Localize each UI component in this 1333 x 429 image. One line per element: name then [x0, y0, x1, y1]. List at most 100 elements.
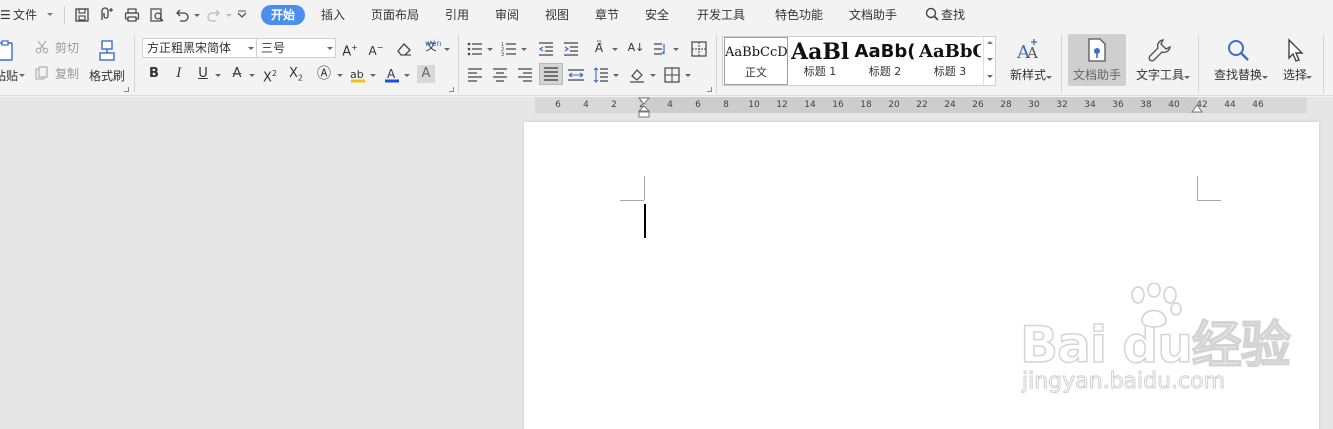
tab-security[interactable]: 安全	[645, 7, 669, 23]
tab-references[interactable]: 引用	[445, 7, 469, 23]
distributed-icon[interactable]	[567, 67, 585, 83]
subscript-icon[interactable]: X2	[287, 65, 305, 83]
search-button[interactable]: 查找	[941, 7, 965, 23]
style-heading-3[interactable]: AaBbC 标题 3	[919, 37, 981, 85]
tab-home[interactable]: 开始	[261, 5, 305, 25]
redo-dropdown-icon[interactable]	[226, 14, 232, 17]
font-name-combo[interactable]: 方正粗黑宋简体	[142, 38, 257, 58]
bullet-list-icon[interactable]	[467, 41, 483, 57]
clipboard-dialog-launcher[interactable]	[124, 87, 129, 92]
highlight-icon[interactable]: ab	[349, 66, 367, 84]
highlight-dropdown-icon[interactable]	[370, 74, 376, 77]
tab-doc-helper[interactable]: 文档助手	[849, 7, 897, 23]
text-effects-icon[interactable]: Ⓐ	[315, 65, 333, 83]
gallery-scroller[interactable]	[983, 37, 996, 85]
strikethrough-icon[interactable]: A	[228, 65, 246, 83]
increase-indent-icon[interactable]	[563, 41, 579, 57]
clear-formatting-icon[interactable]	[396, 41, 412, 57]
undo-icon[interactable]	[174, 7, 190, 23]
text-tools-button[interactable]: 文字工具	[1130, 34, 1190, 86]
borders-icon[interactable]	[663, 66, 681, 84]
sort-icon[interactable]: A↓	[627, 39, 645, 57]
table-borders-icon[interactable]	[690, 40, 708, 58]
cut-icon[interactable]	[35, 40, 49, 54]
numbered-list-icon[interactable]: 123	[501, 41, 517, 57]
justify-button[interactable]	[539, 63, 563, 85]
doc-helper-button[interactable]: 文档助手	[1068, 34, 1126, 86]
phonetic-dropdown-icon[interactable]	[444, 48, 450, 51]
decrease-indent-icon[interactable]	[538, 41, 554, 57]
phonetic-guide-icon[interactable]: wén 文	[422, 38, 442, 56]
select-dropdown-icon[interactable]	[1306, 76, 1312, 79]
tab-view[interactable]: 视图	[545, 7, 569, 23]
italic-button[interactable]: I	[170, 65, 188, 83]
paragraph-dialog-launcher[interactable]	[707, 87, 712, 92]
chinese-layout-dropdown-icon[interactable]	[612, 48, 618, 51]
tab-special-features[interactable]: 特色功能	[775, 7, 823, 23]
tab-chapter[interactable]: 章节	[595, 7, 619, 23]
show-marks-dropdown-icon[interactable]	[673, 48, 679, 51]
search-icon[interactable]	[925, 7, 939, 21]
save-icon[interactable]	[74, 7, 90, 23]
redo-icon[interactable]	[206, 7, 222, 23]
first-line-indent-marker[interactable]	[638, 97, 650, 119]
font-color-icon[interactable]: A	[383, 66, 401, 84]
shrink-font-icon[interactable]: A−	[367, 39, 385, 58]
copy-icon[interactable]	[35, 66, 49, 80]
horizontal-ruler[interactable]: 6 4 2 2 4 6 8 10 12 14 16 18 20 22 24 26 28 30 32 34 36 38 40 4…	[0, 97, 1333, 119]
paste-label[interactable]: 粘贴	[0, 69, 18, 83]
scroll-up-icon[interactable]	[987, 41, 993, 44]
font-color-dropdown-icon[interactable]	[404, 74, 410, 77]
borders-dropdown-icon[interactable]	[685, 74, 691, 77]
paste-dropdown-icon[interactable]	[19, 74, 25, 77]
bold-button[interactable]: B	[145, 65, 163, 83]
print-icon[interactable]	[124, 7, 140, 23]
chevron-down-icon[interactable]	[327, 47, 333, 50]
copy-label[interactable]: 复制	[55, 67, 79, 81]
show-marks-icon[interactable]	[653, 41, 669, 57]
file-menu[interactable]: 文件	[13, 7, 37, 23]
numbered-dropdown-icon[interactable]	[521, 48, 527, 51]
tab-review[interactable]: 审阅	[495, 7, 519, 23]
export-icon[interactable]	[99, 7, 115, 23]
find-replace-dropdown-icon[interactable]	[1262, 76, 1268, 79]
strikethrough-dropdown-icon[interactable]	[249, 74, 255, 77]
paste-icon[interactable]	[0, 39, 18, 63]
line-spacing-dropdown-icon[interactable]	[613, 74, 619, 77]
shading-icon[interactable]	[628, 66, 646, 84]
new-style-dropdown-icon[interactable]	[1046, 76, 1052, 79]
align-right-icon[interactable]	[517, 67, 533, 83]
font-size-combo[interactable]: 三号	[256, 38, 336, 58]
tab-insert[interactable]: 插入	[321, 7, 345, 23]
format-painter-icon[interactable]	[95, 39, 119, 63]
align-center-icon[interactable]	[492, 67, 508, 83]
hamburger-icon[interactable]: ☰	[0, 7, 11, 23]
shading-dropdown-icon[interactable]	[650, 74, 656, 77]
format-painter-label[interactable]: 格式刷	[89, 69, 125, 83]
undo-dropdown-icon[interactable]	[194, 14, 200, 17]
find-replace-button[interactable]: 查找替换	[1208, 34, 1268, 86]
chevron-down-icon[interactable]	[248, 47, 254, 50]
tab-page-layout[interactable]: 页面布局	[371, 7, 419, 23]
underline-button[interactable]: U	[194, 65, 212, 83]
line-spacing-icon[interactable]	[593, 67, 609, 83]
customize-toolbar-icon[interactable]	[234, 7, 250, 23]
bullet-dropdown-icon[interactable]	[487, 48, 493, 51]
text-effects-dropdown-icon[interactable]	[337, 74, 343, 77]
align-left-icon[interactable]	[467, 67, 483, 83]
style-normal[interactable]: AaBbCcD 正文	[724, 37, 788, 85]
character-shading-icon[interactable]: A	[417, 65, 435, 83]
chevron-down-icon[interactable]	[47, 13, 53, 16]
font-dialog-launcher[interactable]	[449, 87, 454, 92]
expand-gallery-icon[interactable]	[987, 75, 993, 78]
style-heading-2[interactable]: AaBb( 标题 2	[853, 37, 917, 85]
style-heading-1[interactable]: AaBl 标题 1	[791, 37, 849, 85]
right-indent-marker[interactable]	[1191, 103, 1203, 115]
superscript-icon[interactable]: X2	[261, 65, 279, 85]
text-tools-dropdown-icon[interactable]	[1184, 76, 1190, 79]
grow-font-icon[interactable]: A+	[341, 39, 359, 59]
tab-developer[interactable]: 开发工具	[697, 7, 745, 23]
scroll-down-icon[interactable]	[987, 58, 993, 61]
cut-label[interactable]: 剪切	[55, 41, 79, 55]
chinese-layout-icon[interactable]: Ä̂	[590, 39, 608, 57]
